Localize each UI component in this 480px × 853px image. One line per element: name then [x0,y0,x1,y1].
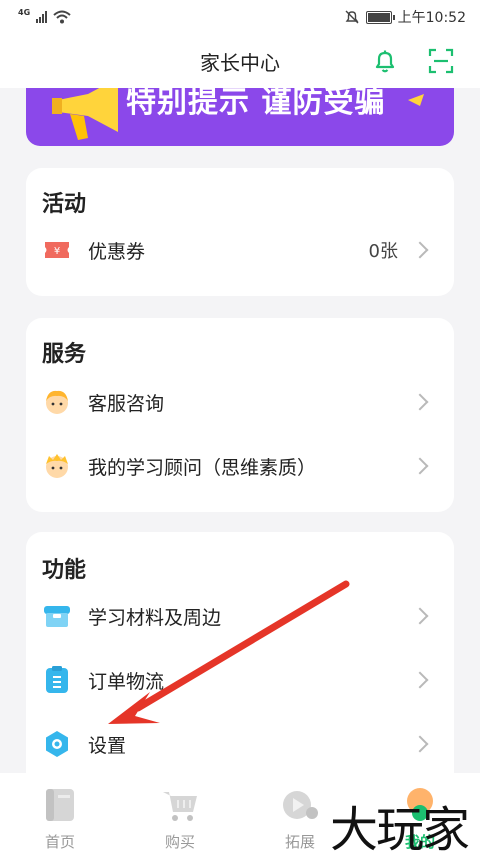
expand-play-icon [283,791,318,819]
status-right: 上午10:52 [344,7,466,27]
tab-home-label: 首页 [44,833,75,851]
header-actions [368,44,458,78]
learning-advisor-row[interactable]: 我的学习顾问（思维素质） [26,442,454,490]
wifi-icon [53,10,71,24]
tab-home[interactable]: 首页 [0,773,120,853]
materials-row[interactable]: 学习材料及周边 [26,592,454,640]
settings-icon [42,729,72,759]
scan-icon[interactable] [424,44,458,78]
customer-service-row[interactable]: 客服咨询 [26,378,454,426]
status-left: 4G [18,7,71,24]
order-logistics-label: 订单物流 [88,670,165,693]
signal-icon [36,11,48,23]
megaphone-icon [52,88,118,140]
chevron-right-icon [411,241,429,259]
battery-icon [365,10,395,24]
cart-icon [163,792,197,821]
chevron-right-icon [411,457,429,475]
service-section-title: 服务 [42,342,87,367]
header: 家长中心 [0,34,480,88]
coupon-label: 优惠券 [88,240,146,263]
svg-text:¥: ¥ [54,246,60,257]
activity-section-title: 活动 [42,192,87,217]
chevron-right-icon [411,393,429,411]
advisor-avatar-icon [42,451,72,481]
chevron-right-icon [411,735,429,753]
functions-card: 功能 学习材料及周边 订单物流 设置 [26,532,454,792]
settings-label: 设置 [88,734,127,757]
network-type: 4G [18,7,31,17]
page-title: 家长中心 [200,50,280,75]
settings-row[interactable]: 设置 [26,720,454,768]
order-logistics-row[interactable]: 订单物流 [26,656,454,704]
bell-icon[interactable] [368,44,402,78]
watermark-text: 大玩家 [330,802,470,853]
coupon-count: 0张 [368,241,398,262]
materials-icon [42,601,72,631]
tab-buy[interactable]: 购买 [120,773,240,853]
service-card: 服务 客服咨询 我的学习顾问（思维素质） [26,318,454,512]
status-bar: 4G 上午10:52 [0,0,480,34]
coupon-row[interactable]: ¥ 优惠券 0张 [26,226,454,274]
chevron-right-icon [411,671,429,689]
announcement-banner[interactable]: 特别提示 谨防受骗 [26,88,454,146]
chevron-right-icon [411,607,429,625]
mute-bell-icon [345,10,359,24]
customer-service-label: 客服咨询 [88,392,165,415]
materials-label: 学习材料及周边 [88,606,222,629]
banner-flag-icon [408,94,424,106]
home-book-icon [46,789,74,821]
functions-section-title: 功能 [42,558,87,583]
learning-advisor-label: 我的学习顾问（思维素质） [88,456,317,479]
service-avatar-icon [42,387,72,417]
status-time: 上午10:52 [397,10,466,26]
tab-buy-label: 购买 [164,833,195,851]
order-icon [42,665,72,695]
activity-card: 活动 ¥ 优惠券 0张 [26,168,454,296]
coupon-icon: ¥ [42,235,72,265]
banner-text: 特别提示 谨防受骗 [126,88,386,120]
